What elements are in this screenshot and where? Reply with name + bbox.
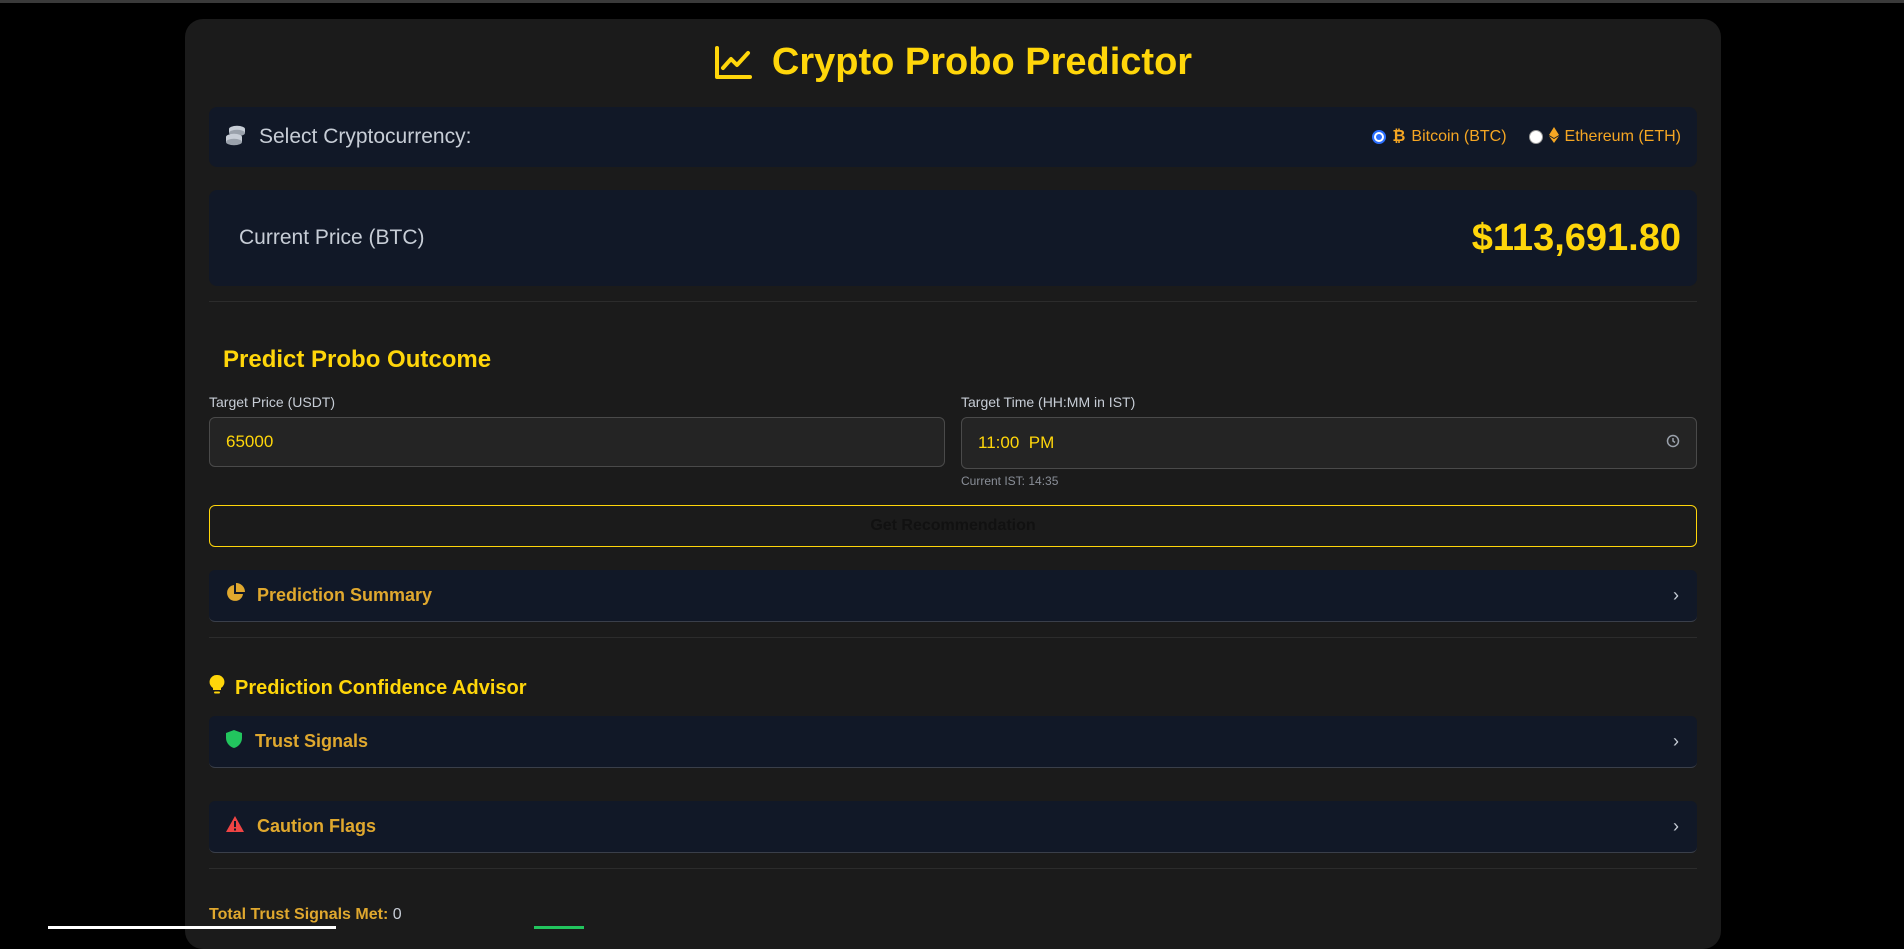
- target-time-value: 11:00 PM: [978, 433, 1055, 452]
- trust-signals-label: Trust Signals: [255, 731, 369, 751]
- radio-ethereum-label: Ethereum (ETH): [1564, 128, 1681, 145]
- crypto-radio-group: ₿ Bitcoin (BTC) Ethereum (ETH): [1372, 126, 1681, 148]
- target-time-input[interactable]: 11:00 PM: [961, 417, 1697, 469]
- chevron-right-icon: ›: [1673, 585, 1679, 605]
- radio-bitcoin[interactable]: ₿ Bitcoin (BTC): [1372, 128, 1507, 146]
- chevron-right-icon: ›: [1673, 816, 1679, 836]
- coins-icon: [225, 124, 247, 151]
- header: Crypto Probo Predictor: [209, 41, 1697, 84]
- caution-flags-label: Caution Flags: [257, 816, 377, 836]
- current-price-label: Current Price (BTC): [239, 226, 425, 249]
- target-price-label: Target Price (USDT): [209, 394, 336, 410]
- crypto-selector: Select Cryptocurrency: ₿ Bitcoin (BTC) E…: [209, 107, 1697, 167]
- line-chart-icon: [714, 45, 752, 80]
- main-card: Crypto Probo Predictor Select Cryptocurr…: [185, 19, 1721, 949]
- advisor-header: Prediction Confidence Advisor: [209, 674, 527, 702]
- divider: [209, 301, 1697, 302]
- predict-section-title: Predict Probo Outcome: [223, 346, 492, 373]
- pie-chart-icon: [225, 583, 245, 608]
- lightbulb-icon: [209, 674, 225, 702]
- radio-ethereum-dot[interactable]: [1528, 130, 1543, 144]
- radio-bitcoin-label: Bitcoin (BTC): [1411, 128, 1507, 145]
- current-price-value: $113,691.80: [1471, 216, 1681, 259]
- target-price-input[interactable]: 65000: [209, 417, 945, 467]
- target-price-value: 65000: [226, 432, 274, 451]
- divider: [209, 637, 1697, 638]
- radio-bitcoin-dot[interactable]: [1372, 130, 1387, 144]
- radio-ethereum[interactable]: Ethereum (ETH): [1528, 126, 1681, 148]
- total-trust-signals-value: 0: [392, 906, 402, 923]
- shield-icon: [225, 729, 243, 754]
- trust-signals-accordion[interactable]: Trust Signals ›: [209, 716, 1697, 768]
- total-trust-signals: Total Trust Signals Met: 0: [209, 906, 402, 924]
- current-ist-hint: Current IST: 14:35: [961, 474, 1059, 488]
- warning-icon: [225, 815, 245, 838]
- caution-flags-accordion[interactable]: Caution Flags ›: [209, 801, 1697, 853]
- prediction-summary-label: Prediction Summary: [257, 585, 433, 605]
- advisor-title: Prediction Confidence Advisor: [235, 676, 527, 699]
- target-time-label: Target Time (HH:MM in IST): [961, 394, 1136, 410]
- chevron-right-icon: ›: [1673, 731, 1679, 751]
- current-price-panel: Current Price (BTC) $113,691.80: [209, 190, 1697, 286]
- window-top-border: [0, 0, 1904, 3]
- total-trust-signals-label: Total Trust Signals Met:: [209, 906, 389, 923]
- ethereum-icon: [1548, 126, 1559, 148]
- page-title: Crypto Probo Predictor: [771, 41, 1193, 83]
- bitcoin-icon: ₿: [1392, 128, 1406, 145]
- clock-icon[interactable]: [1666, 433, 1680, 453]
- get-recommendation-button[interactable]: Get Recommendation: [209, 505, 1697, 547]
- prediction-summary-accordion[interactable]: Prediction Summary ›: [209, 570, 1697, 622]
- divider: [209, 868, 1697, 869]
- selector-label: Select Cryptocurrency:: [259, 125, 472, 148]
